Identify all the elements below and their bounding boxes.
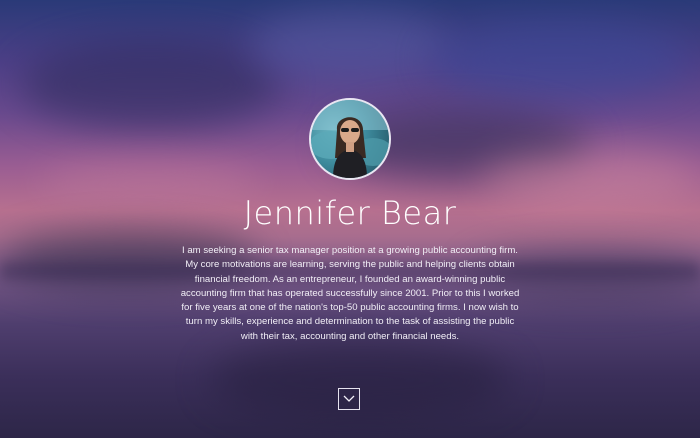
profile-name: Jennifer Bear xyxy=(243,194,457,232)
profile-photo-icon xyxy=(311,100,389,178)
avatar xyxy=(309,98,391,180)
profile-content: Jennifer Bear I am seeking a senior tax … xyxy=(0,0,700,438)
hero-section: Jennifer Bear I am seeking a senior tax … xyxy=(0,0,700,438)
chevron-down-icon xyxy=(343,395,355,402)
profile-bio: I am seeking a senior tax manager positi… xyxy=(180,245,520,342)
scroll-down-button[interactable] xyxy=(338,388,360,410)
